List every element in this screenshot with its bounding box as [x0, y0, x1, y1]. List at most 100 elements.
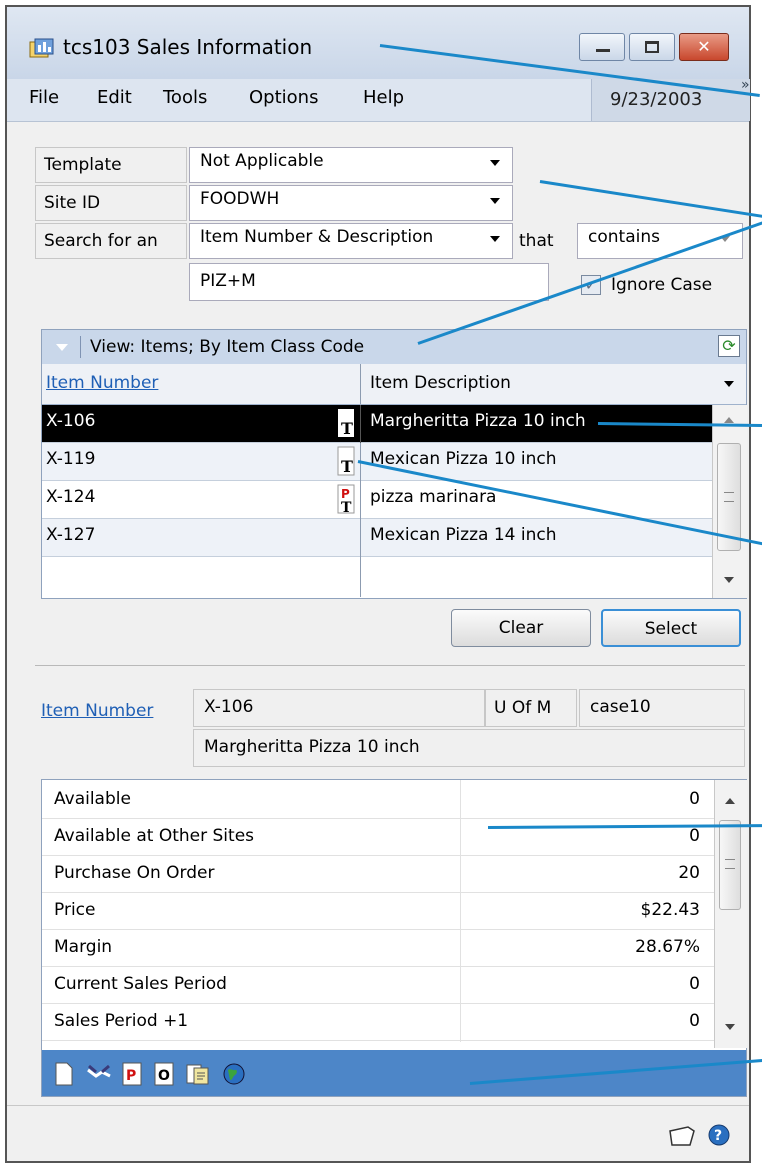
view-label[interactable]: View: Items; By Item Class Code — [90, 337, 364, 357]
chevron-down-icon[interactable] — [724, 381, 734, 387]
search-field-value: Item Number & Description — [200, 227, 434, 247]
search-input[interactable]: PIZ+M — [189, 263, 549, 301]
search-field-dropdown[interactable]: Item Number & Description — [189, 223, 513, 259]
scroll-down-icon[interactable] — [725, 1024, 735, 1030]
globe-icon[interactable] — [222, 1062, 246, 1086]
item-number-value: X-106 — [204, 697, 254, 717]
text-note-icon: T — [338, 409, 354, 438]
stat-label: Sales Period +1 — [54, 1011, 189, 1031]
close-icon: ✕ — [697, 37, 711, 56]
scroll-up-icon[interactable] — [724, 417, 734, 423]
stat-label: Price — [54, 900, 96, 920]
match-type-dropdown[interactable]: contains — [577, 223, 743, 259]
stats-scrollbar[interactable] — [714, 780, 747, 1048]
scroll-up-icon[interactable] — [725, 798, 735, 804]
chevron-down-icon — [490, 236, 500, 242]
col-item-description[interactable]: Item Description — [370, 373, 511, 393]
note-icon[interactable] — [667, 1125, 697, 1147]
menu-edit[interactable]: Edit — [97, 87, 132, 108]
more-chevron-icon[interactable]: » — [741, 77, 750, 93]
maximize-button[interactable] — [629, 33, 675, 61]
chevron-down-icon — [490, 160, 500, 166]
template-dropdown[interactable]: Not Applicable — [189, 147, 513, 183]
stat-value: 0 — [689, 974, 700, 994]
row-item-number: X-106 — [46, 411, 96, 431]
window-title: tcs103 Sales Information — [63, 35, 313, 59]
svg-text:P: P — [341, 487, 350, 501]
description-value: Margheritta Pizza 10 inch — [204, 737, 420, 757]
stat-value: 0 — [689, 789, 700, 809]
template-value: Not Applicable — [200, 151, 324, 171]
template-label-box: Template — [35, 147, 187, 183]
ignore-case-label: Ignore Case — [611, 275, 713, 295]
row-item-description: Mexican Pizza 14 inch — [370, 525, 557, 545]
menu-options[interactable]: Options — [249, 87, 318, 108]
stat-value: $22.43 — [640, 900, 700, 920]
outlook-icon[interactable]: O — [154, 1062, 174, 1086]
grid-scrollbar[interactable] — [712, 405, 747, 598]
scroll-down-icon[interactable] — [724, 577, 734, 583]
results-scrolling-window: View: Items; By Item Class Code ⟳ Item N… — [41, 329, 747, 599]
menu-help[interactable]: Help — [363, 87, 404, 108]
uofm-label-box: U Of M — [485, 689, 577, 727]
table-row[interactable]: X-119 T Mexican Pizza 10 inch — [42, 443, 712, 481]
row-item-description: Margheritta Pizza 10 inch — [370, 411, 586, 431]
menu-tools[interactable]: Tools — [163, 87, 207, 108]
search-input-text: PIZ+M — [200, 271, 256, 291]
stat-value: 0 — [689, 1011, 700, 1031]
expand-chevron-icon[interactable] — [56, 344, 68, 351]
notes-icon[interactable] — [186, 1062, 210, 1086]
refresh-icon[interactable]: ⟳ — [718, 335, 740, 357]
list-item: Current Sales Period 0 — [42, 967, 714, 1004]
list-item: Available 0 — [42, 782, 714, 819]
svg-text:T: T — [341, 457, 353, 476]
navigation-toolbar: P O — [42, 1050, 746, 1096]
svg-text:P: P — [126, 1068, 136, 1084]
site-id-dropdown[interactable]: FOODWH — [189, 185, 513, 221]
pdf-icon[interactable]: P — [122, 1062, 142, 1086]
site-label: Site ID — [44, 193, 101, 213]
stats-column-divider — [460, 780, 461, 1042]
table-row[interactable] — [42, 557, 712, 597]
pdf-text-note-icon: PT — [337, 484, 355, 514]
uofm-value: case10 — [590, 697, 651, 717]
chevron-down-icon — [490, 198, 500, 204]
uofm-field: case10 — [579, 689, 745, 727]
grid-column-header: Item Number Item Description — [42, 364, 746, 405]
user-date-text: 9/23/2003 — [610, 89, 703, 110]
view-bar: View: Items; By Item Class Code ⟳ — [42, 330, 746, 365]
minimize-icon — [596, 49, 610, 52]
minimize-button[interactable] — [579, 33, 625, 61]
text-note-icon: T — [337, 446, 355, 476]
svg-text:?: ? — [714, 1128, 722, 1144]
close-button[interactable]: ✕ — [679, 33, 729, 61]
stat-label: Margin — [54, 937, 113, 957]
select-button[interactable]: Select — [601, 609, 741, 647]
that-label: that — [519, 231, 554, 251]
row-item-description: pizza marinara — [370, 487, 497, 507]
site-label-box: Site ID — [35, 185, 187, 221]
menu-file[interactable]: File — [29, 87, 59, 108]
handshake-icon[interactable] — [86, 1062, 112, 1084]
template-label: Template — [44, 155, 122, 175]
clear-button[interactable]: Clear — [451, 609, 591, 647]
stat-label: Purchase On Order — [54, 863, 215, 883]
search-label-box: Search for an — [35, 223, 187, 259]
item-number-link[interactable]: Item Number — [41, 701, 153, 721]
help-icon[interactable]: ? — [707, 1123, 731, 1147]
col-item-number[interactable]: Item Number — [46, 373, 158, 393]
status-divider — [7, 1105, 749, 1106]
new-document-icon[interactable] — [54, 1062, 74, 1086]
row-item-number: X-119 — [46, 449, 96, 469]
table-row[interactable]: X-127 Mexican Pizza 14 inch — [42, 519, 712, 557]
site-id-value: FOODWH — [200, 189, 280, 209]
description-field: Margheritta Pizza 10 inch — [193, 729, 745, 767]
list-item: Price $22.43 — [42, 893, 714, 930]
stat-value: 20 — [678, 863, 700, 883]
app-icon — [29, 38, 54, 58]
sales-information-window: tcs103 Sales Information ✕ File Edit Too… — [5, 5, 751, 1163]
list-item: Sales Period +1 0 — [42, 1004, 714, 1041]
stat-label: Available — [54, 789, 131, 809]
maximize-icon — [645, 41, 659, 53]
scroll-thumb[interactable] — [719, 820, 741, 910]
